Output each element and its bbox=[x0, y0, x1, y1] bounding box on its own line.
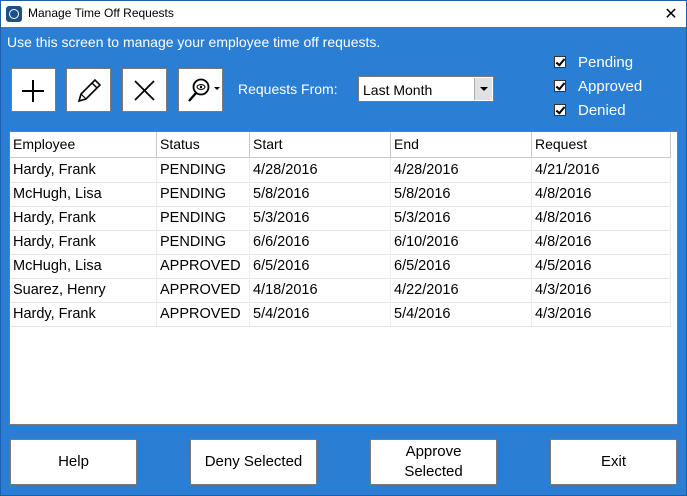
table-row[interactable]: Suarez, Henry APPROVED 4/18/2016 4/22/20… bbox=[10, 278, 671, 303]
cell-request: 4/3/2016 bbox=[532, 278, 671, 302]
cell-status: APPROVED bbox=[157, 254, 250, 278]
x-icon bbox=[134, 80, 155, 101]
cell-employee: Hardy, Frank bbox=[10, 230, 157, 254]
cell-end: 4/28/2016 bbox=[391, 158, 532, 182]
cell-employee: Suarez, Henry bbox=[10, 278, 157, 302]
pencil-icon bbox=[77, 78, 102, 103]
exit-button-label: Exit bbox=[600, 453, 626, 470]
manage-time-off-window: Manage Time Off Requests ✕ Use this scre… bbox=[0, 0, 687, 496]
checkbox-checked-icon[interactable] bbox=[554, 80, 566, 92]
cell-start: 4/28/2016 bbox=[250, 158, 391, 182]
deny-selected-label: Deny Selected bbox=[204, 453, 303, 470]
help-button-label: Help bbox=[58, 453, 89, 470]
column-header-end[interactable]: End bbox=[391, 132, 532, 157]
table-row[interactable]: Hardy, Frank APPROVED 5/4/2016 5/4/2016 … bbox=[10, 302, 671, 327]
cell-start: 6/5/2016 bbox=[250, 254, 391, 278]
cell-end: 4/22/2016 bbox=[391, 278, 532, 302]
cell-employee: Hardy, Frank bbox=[10, 302, 157, 326]
table-row[interactable]: McHugh, Lisa PENDING 5/8/2016 5/8/2016 4… bbox=[10, 182, 671, 207]
column-header-start[interactable]: Start bbox=[250, 132, 391, 157]
pending-checkbox[interactable]: Pending bbox=[554, 54, 654, 72]
plus-icon bbox=[22, 80, 44, 102]
approve-label-line1: Approve bbox=[405, 443, 462, 460]
table-header: Employee Status Start End Request bbox=[10, 132, 671, 158]
pending-label: Pending bbox=[578, 54, 634, 71]
cell-start: 5/4/2016 bbox=[250, 302, 391, 326]
checkbox-checked-icon[interactable] bbox=[554, 56, 566, 68]
approve-selected-button[interactable]: Approve Selected bbox=[370, 439, 497, 485]
deny-selected-button[interactable]: Deny Selected bbox=[190, 439, 317, 485]
approve-label-line2: Selected bbox=[404, 463, 463, 480]
title-bar: Manage Time Off Requests ✕ bbox=[1, 1, 686, 27]
column-header-request[interactable]: Request bbox=[532, 132, 671, 157]
cell-request: 4/8/2016 bbox=[532, 230, 671, 254]
cell-start: 4/18/2016 bbox=[250, 278, 391, 302]
cell-request: 4/5/2016 bbox=[532, 254, 671, 278]
cell-status: PENDING bbox=[157, 158, 250, 182]
cell-employee: McHugh, Lisa bbox=[10, 254, 157, 278]
cell-end: 6/10/2016 bbox=[391, 230, 532, 254]
cell-status: APPROVED bbox=[157, 302, 250, 326]
cell-end: 5/4/2016 bbox=[391, 302, 532, 326]
cell-start: 5/3/2016 bbox=[250, 206, 391, 230]
denied-label: Denied bbox=[578, 102, 626, 119]
table-row[interactable]: Hardy, Frank PENDING 6/6/2016 6/10/2016 … bbox=[10, 230, 671, 255]
add-request-button[interactable] bbox=[11, 68, 56, 112]
cell-request: 4/8/2016 bbox=[532, 206, 671, 230]
exit-button[interactable]: Exit bbox=[550, 439, 677, 485]
find-dropdown-icon bbox=[188, 78, 220, 102]
cell-employee: Hardy, Frank bbox=[10, 158, 157, 182]
cell-request: 4/3/2016 bbox=[532, 302, 671, 326]
cell-request: 4/21/2016 bbox=[532, 158, 671, 182]
close-button[interactable]: ✕ bbox=[656, 1, 686, 27]
cell-employee: Hardy, Frank bbox=[10, 206, 157, 230]
cell-end: 5/8/2016 bbox=[391, 182, 532, 206]
delete-request-button[interactable] bbox=[122, 68, 167, 112]
help-button[interactable]: Help bbox=[10, 439, 137, 485]
instructions-text: Use this screen to manage your employee … bbox=[7, 34, 381, 50]
chevron-down-icon[interactable] bbox=[474, 78, 492, 100]
cell-status: APPROVED bbox=[157, 278, 250, 302]
approved-checkbox[interactable]: Approved bbox=[554, 78, 654, 96]
cell-status: PENDING bbox=[157, 230, 250, 254]
table-row[interactable]: Hardy, Frank PENDING 5/3/2016 5/3/2016 4… bbox=[10, 206, 671, 231]
column-header-employee[interactable]: Employee bbox=[10, 132, 157, 157]
edit-request-button[interactable] bbox=[66, 68, 111, 112]
requests-from-value: Last Month bbox=[363, 82, 433, 98]
cell-status: PENDING bbox=[157, 206, 250, 230]
cell-end: 6/5/2016 bbox=[391, 254, 532, 278]
cell-end: 5/3/2016 bbox=[391, 206, 532, 230]
find-dropdown-button[interactable] bbox=[178, 68, 223, 112]
cell-employee: McHugh, Lisa bbox=[10, 182, 157, 206]
column-header-status[interactable]: Status bbox=[157, 132, 250, 157]
cell-start: 6/6/2016 bbox=[250, 230, 391, 254]
table-row[interactable]: McHugh, Lisa APPROVED 6/5/2016 6/5/2016 … bbox=[10, 254, 671, 279]
requests-from-label: Requests From: bbox=[238, 81, 338, 97]
approved-label: Approved bbox=[578, 78, 643, 95]
denied-checkbox[interactable]: Denied bbox=[554, 102, 654, 120]
app-icon bbox=[6, 6, 22, 22]
window-title: Manage Time Off Requests bbox=[28, 6, 174, 20]
cell-request: 4/8/2016 bbox=[532, 182, 671, 206]
cell-start: 5/8/2016 bbox=[250, 182, 391, 206]
requests-from-select[interactable]: Last Month bbox=[358, 76, 494, 102]
table-row[interactable]: Hardy, Frank PENDING 4/28/2016 4/28/2016… bbox=[10, 158, 671, 183]
cell-status: PENDING bbox=[157, 182, 250, 206]
checkbox-checked-icon[interactable] bbox=[554, 104, 566, 116]
requests-table[interactable]: Employee Status Start End Request Hardy,… bbox=[9, 131, 678, 425]
